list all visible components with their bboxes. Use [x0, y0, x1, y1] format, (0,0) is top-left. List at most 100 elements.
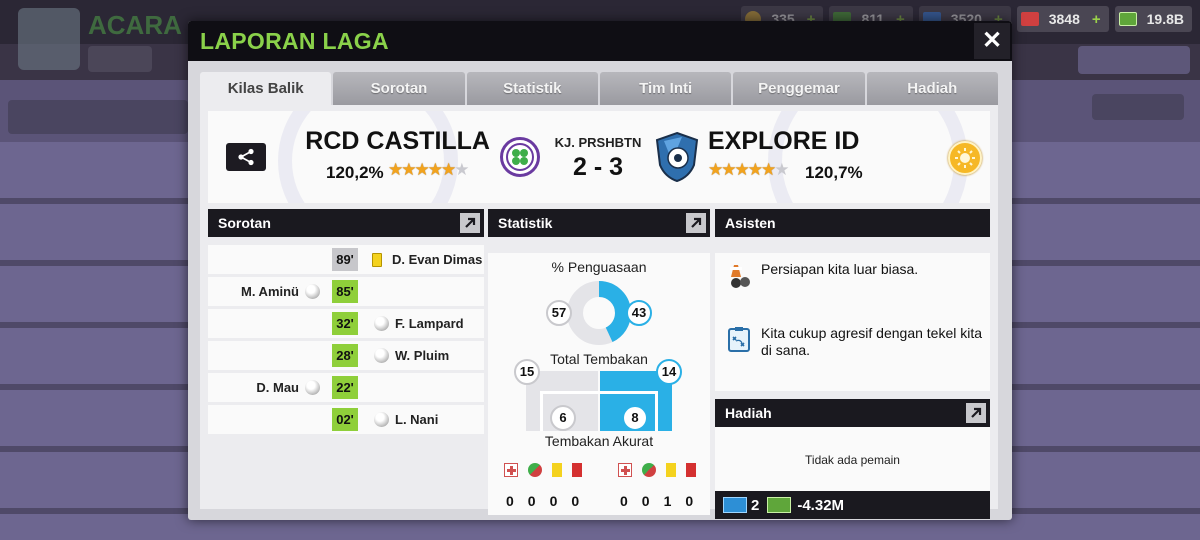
recap-content: RCD CASTILLA 120,2% ★ ★ ★ ★ ★ ★ KJ. PRSHBTN 2…: [200, 105, 998, 519]
yellow-card-icon: [372, 252, 382, 267]
medical-icon: [1020, 12, 1039, 26]
away-watermark: [768, 111, 968, 203]
player-name: F. Lampard: [395, 316, 464, 331]
possession-home-value: 57: [546, 300, 572, 326]
shots-home-value: 15: [514, 359, 540, 385]
home-team-name: RCD CASTILLA: [305, 127, 490, 155]
goal-ball-icon: [305, 284, 320, 299]
home-red-count: 0: [571, 493, 580, 509]
goal-ball-icon: [374, 348, 389, 363]
home-star-empty-icon: ★: [454, 160, 470, 179]
away-sub-count: 0: [641, 493, 650, 509]
highlight-row: 28' W. Pluim: [208, 341, 484, 370]
away-red-count: 0: [685, 493, 694, 509]
away-discipline-icons: [618, 463, 696, 477]
event-minute: 02': [332, 408, 358, 431]
energy-value: 2: [751, 496, 760, 514]
tab-recap[interactable]: Kilas Balik: [200, 72, 332, 105]
reward-expand-button[interactable]: [966, 403, 986, 423]
tab-lineup[interactable]: Tim Inti: [599, 72, 732, 105]
tab-highlights[interactable]: Sorotan: [333, 72, 465, 105]
arrow-up-right-icon: [465, 217, 476, 228]
home-team-badge: [500, 137, 540, 177]
assistant-message-text: Kita cukup agresif dengan tekel kita di …: [761, 325, 983, 358]
on-target-label: Tembakan Akurat: [544, 433, 654, 449]
reward-empty-text: Tidak ada pemain: [805, 453, 900, 467]
arrow-up-right-icon: [971, 407, 982, 418]
back-button[interactable]: [88, 46, 152, 72]
highlights-expand-button[interactable]: [460, 213, 480, 233]
reward-summary: 2 -4.32M: [715, 491, 990, 519]
match-summary: RCD CASTILLA 120,2% ★ ★ ★ ★ ★ ★ KJ. PRSHBTN 2…: [208, 111, 990, 203]
reward-panel: Tidak ada pemain: [715, 427, 990, 491]
currency-item: 3848 +: [1016, 6, 1109, 32]
on-target-away-value: 8: [622, 405, 648, 431]
highlight-row: 02' L. Nani: [208, 405, 484, 434]
statistics-header: Statistik: [488, 209, 710, 237]
highlights-title: Sorotan: [218, 215, 271, 231]
reward-header: Hadiah: [715, 399, 990, 427]
background-secondary-button[interactable]: [1092, 94, 1184, 120]
shots-away-value: 14: [656, 359, 682, 385]
event-detail: W. Pluim: [368, 341, 449, 370]
energy-icon: [723, 497, 747, 513]
yellow-card-icon: [666, 463, 676, 477]
close-button[interactable]: ✕: [974, 23, 1010, 59]
tab-statistics[interactable]: Statistik: [466, 72, 598, 105]
home-discipline-icons: [504, 463, 582, 477]
red-card-icon: [686, 463, 696, 477]
highlights-header: Sorotan: [208, 209, 484, 237]
red-card-icon: [572, 463, 582, 477]
possession-away-value: 43: [626, 300, 652, 326]
player-name: L. Nani: [395, 412, 439, 427]
event-minute: 85': [332, 280, 358, 303]
event-detail: M. Aminü: [241, 277, 326, 306]
sun-icon: [955, 148, 975, 168]
club-logo: [18, 8, 80, 70]
reward-title: Hadiah: [725, 405, 772, 421]
weather-button[interactable]: [948, 141, 982, 175]
away-star-empty-icon: ★: [774, 160, 790, 179]
currency-value: 19.8B: [1146, 11, 1184, 27]
away-discipline-counts: 0 0 1 0: [620, 493, 693, 509]
assistant-panel: Persiapan kita luar biasa. Kita cukup ag…: [715, 253, 990, 391]
cash-icon: [767, 497, 792, 513]
assistant-message: Kita cukup agresif dengan tekel kita di …: [725, 325, 983, 359]
home-team-rating: 120,2%: [326, 163, 384, 182]
cash-value: -4.32M: [797, 496, 845, 514]
clover-icon: [506, 143, 534, 171]
tab-bar: Kilas Balik Sorotan Statistik Tim Inti P…: [200, 72, 998, 105]
score-label: KJ. PRSHBTN: [554, 135, 642, 150]
tab-rewards[interactable]: Hadiah: [866, 72, 998, 105]
injury-icon: [618, 463, 632, 477]
background-action-button[interactable]: [1078, 46, 1190, 74]
player-name: M. Aminü: [240, 284, 299, 299]
add-currency-button[interactable]: +: [1092, 11, 1101, 28]
possession-donut: [567, 281, 631, 345]
event-minute: 22': [332, 376, 358, 399]
match-report-dialog: LAPORAN LAGA ✕ Kilas Balik Sorotan Stati…: [188, 21, 1012, 520]
statistics-expand-button[interactable]: [686, 213, 706, 233]
home-yellow-count: 0: [549, 493, 558, 509]
away-star-rating: ★ ★ ★ ★ ★ ★: [708, 159, 790, 181]
highlights-list: 89' D. Evan Dimas 85' M. Aminü 32' F. Lampard…: [208, 245, 484, 437]
home-sub-count: 0: [527, 493, 536, 509]
injury-icon: [504, 463, 518, 477]
substitution-icon: [528, 463, 542, 477]
yellow-card-icon: [552, 463, 562, 477]
tab-fans[interactable]: Penggemar: [733, 72, 865, 105]
event-minute: 89': [332, 248, 358, 271]
share-icon: [238, 148, 254, 166]
event-minute: 28': [332, 344, 358, 367]
player-name: D. Evan Dimas: [392, 252, 483, 267]
background-title: ACARA: [88, 10, 182, 40]
home-injury-count: 0: [506, 493, 514, 509]
on-target-home-value: 6: [550, 405, 576, 431]
goal-ball-icon: [374, 316, 389, 331]
shield-ball-icon: [655, 131, 699, 183]
highlight-row: 85' M. Aminü: [208, 277, 484, 306]
share-button[interactable]: [226, 143, 266, 171]
money-icon: [1118, 12, 1137, 26]
currency-value: 3848: [1048, 11, 1080, 27]
highlight-row: 22' D. Mau: [208, 373, 484, 402]
